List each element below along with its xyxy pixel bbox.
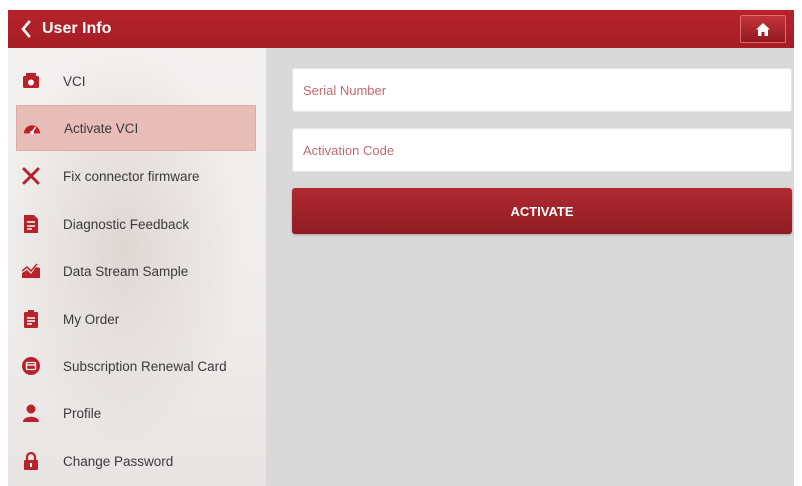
sidebar-item-profile[interactable]: Profile [8, 390, 266, 436]
order-clipboard-icon [22, 310, 40, 328]
main-content: ACTIVATE [266, 48, 794, 486]
sidebar-item-label: Diagnostic Feedback [63, 216, 190, 232]
activation-code-input[interactable] [293, 129, 791, 171]
home-icon [756, 22, 770, 36]
sidebar-item-label: My Order [63, 311, 120, 327]
activation-code-field[interactable] [292, 128, 792, 172]
serial-number-field[interactable] [292, 68, 792, 112]
chart-graph-icon [22, 262, 40, 280]
serial-number-input[interactable] [293, 69, 791, 111]
home-button[interactable] [740, 15, 786, 43]
feedback-document-icon [22, 215, 40, 233]
sidebar-item-label: Subscription Renewal Card [63, 358, 227, 374]
sidebar-item-label: Fix connector firmware [63, 168, 200, 184]
app-window: User Info VCI Activate VCI Fix connector… [8, 10, 794, 486]
renewal-card-icon [22, 357, 40, 375]
sidebar-item-my-order[interactable]: My Order [8, 296, 266, 342]
chevron-left-icon [21, 20, 31, 38]
lock-icon [22, 452, 40, 470]
sidebar-item-activate-vci[interactable]: Activate VCI [16, 105, 256, 151]
sidebar-item-change-password[interactable]: Change Password [8, 438, 266, 484]
tools-icon [22, 167, 40, 185]
sidebar-item-label: Change Password [63, 453, 174, 469]
page-title: User Info [42, 20, 112, 37]
back-button[interactable] [12, 10, 40, 48]
dashboard-gauge-icon [23, 119, 41, 137]
sidebar-item-label: Activate VCI [64, 120, 139, 136]
person-icon [22, 404, 40, 422]
sidebar-item-data-stream-sample[interactable]: Data Stream Sample [8, 248, 266, 294]
header-bar: User Info [8, 10, 794, 48]
sidebar-item-label: Profile [63, 405, 102, 421]
sidebar-item-diagnostic-feedback[interactable]: Diagnostic Feedback [8, 201, 266, 247]
sidebar: VCI Activate VCI Fix connector firmware … [8, 48, 266, 486]
vci-device-icon [22, 72, 40, 90]
sidebar-item-vci[interactable]: VCI [8, 58, 266, 104]
sidebar-item-label: VCI [63, 73, 86, 89]
sidebar-item-fix-connector-firmware[interactable]: Fix connector firmware [8, 153, 266, 199]
activate-button[interactable]: ACTIVATE [292, 188, 792, 234]
sidebar-item-label: Data Stream Sample [63, 263, 189, 279]
sidebar-item-subscription-renewal-card[interactable]: Subscription Renewal Card [8, 343, 266, 389]
